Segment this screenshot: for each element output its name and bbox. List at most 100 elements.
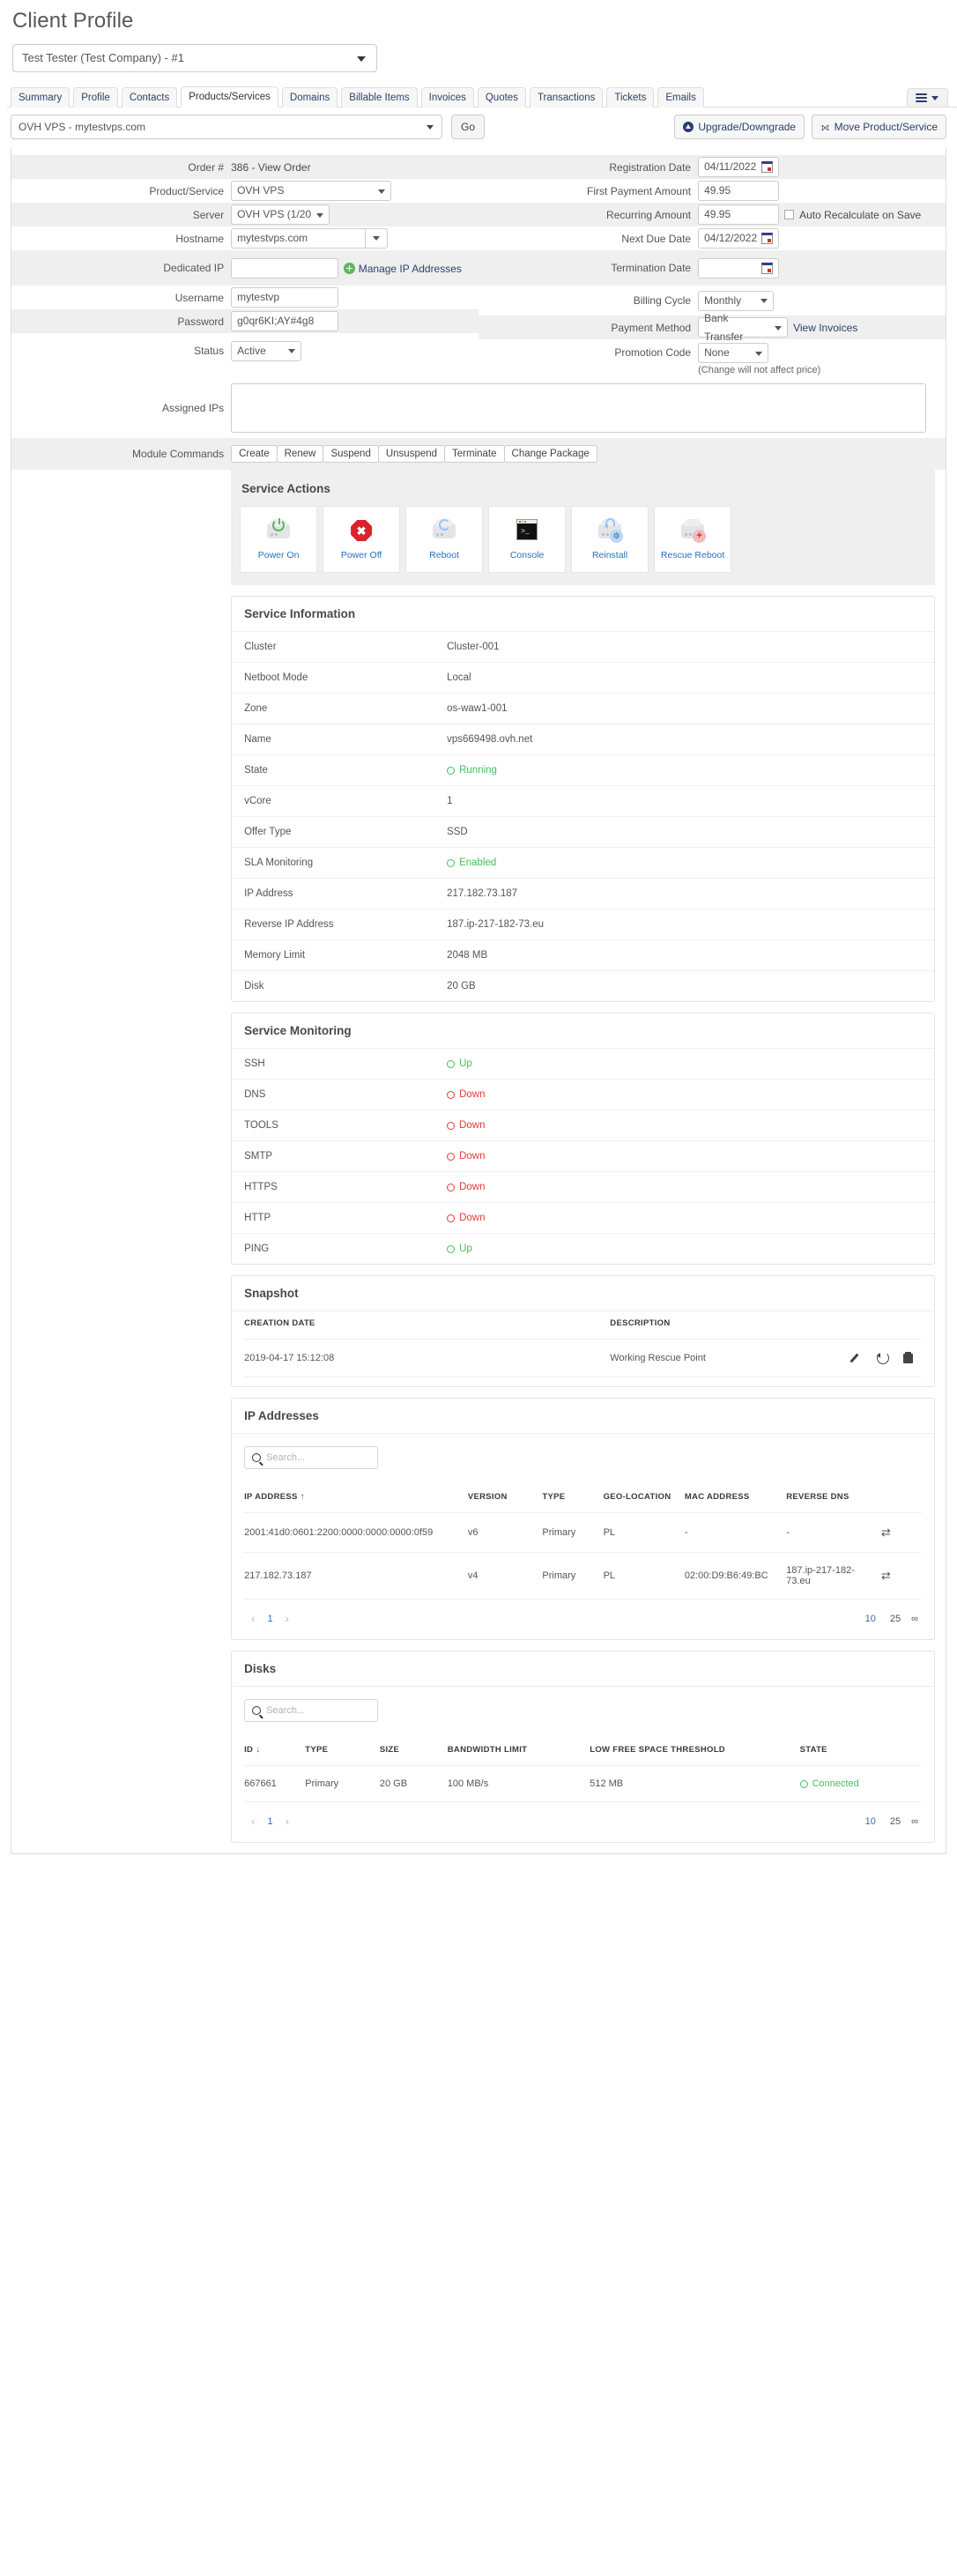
module-command-renew[interactable]: Renew xyxy=(276,445,324,463)
tab-overflow-menu-button[interactable] xyxy=(907,88,948,108)
tab-contacts[interactable]: Contacts xyxy=(121,87,178,108)
page-size-10[interactable]: 10 xyxy=(858,1614,883,1624)
snapshot-col-creation-date[interactable]: CREATION DATE xyxy=(244,1311,611,1340)
tab-summary[interactable]: Summary xyxy=(11,87,70,108)
promotion-code-select[interactable]: None xyxy=(698,343,769,363)
server-select[interactable]: OVH VPS (1/200 A xyxy=(231,204,330,225)
manage-ip-addresses-link[interactable]: Manage IP Addresses xyxy=(344,262,462,275)
ip-col-geo-location[interactable]: GEO-LOCATION xyxy=(603,1485,685,1513)
page-size-all[interactable]: ∞ xyxy=(908,1614,922,1624)
tab-products-services[interactable]: Products/Services xyxy=(181,86,278,108)
service-action-console[interactable]: >_ Console xyxy=(488,506,567,573)
disks-search-input[interactable]: Search... xyxy=(244,1699,379,1722)
disks-col-id[interactable]: ID ↓ xyxy=(244,1738,306,1766)
next-due-date-input[interactable]: 04/12/2022 xyxy=(698,228,780,249)
recurring-amount-input[interactable]: 49.95 xyxy=(698,204,780,225)
service-action-rescue-reboot[interactable]: + Rescue Reboot xyxy=(654,506,732,573)
prev-page-button[interactable]: ‹ xyxy=(244,1612,262,1625)
ip-col-reverse-dns[interactable]: REVERSE DNS xyxy=(786,1485,881,1513)
prev-page-button[interactable]: ‹ xyxy=(244,1815,262,1828)
calendar-icon[interactable] xyxy=(761,161,774,173)
calendar-icon[interactable] xyxy=(761,233,774,244)
ip-col-ip-address[interactable]: IP ADDRESS ↑ xyxy=(244,1485,468,1513)
ip-addresses-search-input[interactable]: Search... xyxy=(244,1446,379,1469)
service-monitoring-rows: SSH Up DNS Down TOOLS Down SMTP Down HTTPS Do… xyxy=(232,1049,934,1264)
monitor-row: PING Up xyxy=(232,1234,934,1264)
username-input[interactable]: mytestvp xyxy=(231,287,339,308)
ip-col-mac-address[interactable]: MAC ADDRESS xyxy=(684,1485,787,1513)
swap-arrows-icon[interactable]: ⇄ xyxy=(881,1526,891,1539)
snapshot-col-actions xyxy=(816,1311,922,1340)
swap-arrows-icon[interactable]: ⇄ xyxy=(881,1569,891,1582)
snapshot-col-description[interactable]: DESCRIPTION xyxy=(610,1311,816,1340)
password-input[interactable]: g0qr6KI;AY#4g8 xyxy=(231,311,339,331)
disks-col-type[interactable]: TYPE xyxy=(305,1738,380,1766)
restore-icon[interactable] xyxy=(877,1352,889,1364)
payment-method-select[interactable]: Bank Transfer xyxy=(698,312,789,343)
termination-date-input[interactable] xyxy=(698,257,780,278)
hostname-input[interactable]: mytestvps.com xyxy=(231,228,366,249)
assigned-ips-textarea[interactable] xyxy=(231,383,926,433)
dedicated-ip-input[interactable] xyxy=(231,257,339,278)
tab-tickets[interactable]: Tickets xyxy=(606,87,655,108)
go-button[interactable]: Go xyxy=(451,115,486,139)
move-product-service-button[interactable]: ⟗ Move Product/Service xyxy=(812,115,946,139)
page-size-25[interactable]: 25 xyxy=(883,1816,908,1827)
auto-recalculate-checkbox[interactable] xyxy=(784,210,795,219)
edit-icon[interactable] xyxy=(851,1352,863,1363)
delete-icon[interactable] xyxy=(903,1352,913,1363)
view-invoices-link[interactable]: View Invoices xyxy=(793,322,857,334)
page-number-1[interactable]: 1 xyxy=(262,1816,278,1827)
hostname-dropdown-button[interactable] xyxy=(365,228,389,249)
disks-col-low-free-space-threshold[interactable]: LOW FREE SPACE THRESHOLD xyxy=(590,1738,800,1766)
registration-date-input[interactable]: 04/11/2022 xyxy=(698,157,780,177)
next-page-button[interactable]: › xyxy=(278,1612,296,1625)
module-command-terminate[interactable]: Terminate xyxy=(444,445,505,463)
product-service-select[interactable]: OVH VPS xyxy=(231,181,392,201)
field-module-commands: Module Commands Create Renew Suspend Uns… xyxy=(11,438,946,470)
module-command-create[interactable]: Create xyxy=(231,445,278,463)
tab-domains[interactable]: Domains xyxy=(281,87,338,108)
service-action-reinstall[interactable]: ⚙ Reinstall xyxy=(571,506,649,573)
ip-cell-action: ⇄ xyxy=(880,1512,922,1553)
page-size-10[interactable]: 10 xyxy=(858,1816,883,1827)
service-action-power-off[interactable]: ✖ Power Off xyxy=(323,506,401,573)
monitor-value: Down xyxy=(459,1151,486,1162)
ip-col-version[interactable]: VERSION xyxy=(467,1485,543,1513)
product-select[interactable]: OVH VPS - mytestvps.com xyxy=(11,115,442,139)
chevron-down-icon xyxy=(316,212,324,218)
tab-quotes[interactable]: Quotes xyxy=(477,87,526,108)
billing-cycle-select[interactable]: Monthly xyxy=(698,290,775,311)
tab-emails[interactable]: Emails xyxy=(657,87,704,108)
tab-invoices[interactable]: Invoices xyxy=(420,87,474,108)
tab-billable-items[interactable]: Billable Items xyxy=(341,87,418,108)
status-label: Status xyxy=(194,345,225,357)
order-value[interactable]: 386 - View Order xyxy=(231,161,311,174)
module-command-suspend[interactable]: Suspend xyxy=(323,445,379,463)
tab-transactions[interactable]: Transactions xyxy=(529,87,604,108)
field-order: Order # 386 - View Order xyxy=(11,155,478,179)
chevron-down-icon xyxy=(760,299,768,303)
page-number-1[interactable]: 1 xyxy=(262,1614,278,1624)
disks-col-state[interactable]: STATE xyxy=(799,1738,922,1766)
search-icon xyxy=(252,1706,262,1715)
info-key: vCore xyxy=(244,796,271,806)
status-select[interactable]: Active xyxy=(231,340,302,361)
col-label: ID xyxy=(244,1745,254,1755)
ip-col-type[interactable]: TYPE xyxy=(542,1485,604,1513)
calendar-icon[interactable] xyxy=(761,262,774,274)
disks-col-bandwidth-limit[interactable]: BANDWIDTH LIMIT xyxy=(447,1738,590,1766)
upgrade-downgrade-button[interactable]: Upgrade/Downgrade xyxy=(674,115,805,139)
power-off-icon: ✖ xyxy=(347,518,375,543)
disks-col-size[interactable]: SIZE xyxy=(379,1738,448,1766)
next-page-button[interactable]: › xyxy=(278,1815,296,1828)
tab-profile[interactable]: Profile xyxy=(73,87,118,108)
module-command-change-package[interactable]: Change Package xyxy=(503,445,597,463)
page-size-25[interactable]: 25 xyxy=(883,1614,908,1624)
first-payment-input[interactable]: 49.95 xyxy=(698,181,780,201)
service-action-reboot[interactable]: Reboot xyxy=(405,506,484,573)
client-select[interactable]: Test Tester (Test Company) - #1 xyxy=(12,44,377,72)
page-size-all[interactable]: ∞ xyxy=(908,1816,922,1827)
module-command-unsuspend[interactable]: Unsuspend xyxy=(377,445,446,463)
service-action-power-on[interactable]: Power On xyxy=(240,506,318,573)
